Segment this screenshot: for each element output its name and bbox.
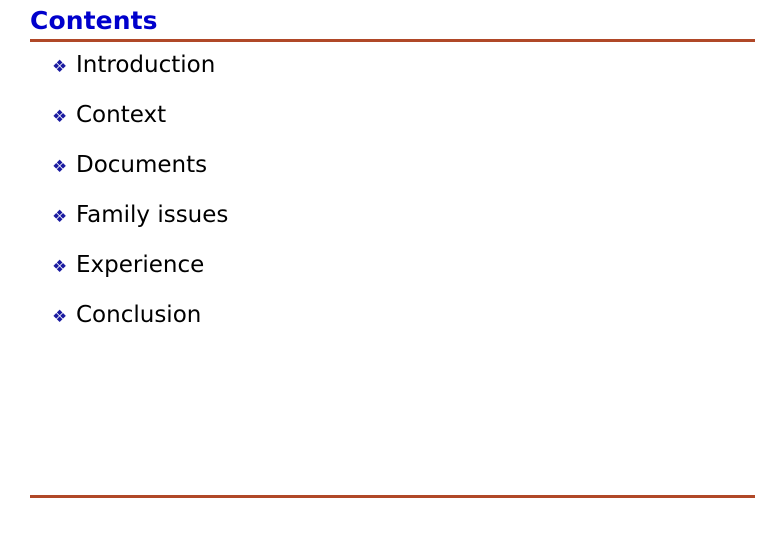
sidebar-item-label: Conclusion — [76, 302, 202, 328]
list-item[interactable]: ❖ Experience — [52, 254, 752, 304]
list-item[interactable]: ❖ Documents — [52, 154, 752, 204]
diamond-cluster-bullet-icon: ❖ — [52, 307, 68, 327]
list-item[interactable]: ❖ Introduction — [52, 54, 752, 104]
contents-list: ❖ Introduction ❖ Context ❖ Documents ❖ F… — [52, 54, 752, 354]
diamond-cluster-bullet-icon: ❖ — [52, 107, 68, 127]
title-divider-rule — [30, 39, 755, 42]
sidebar-item-label: Context — [76, 102, 167, 128]
list-item[interactable]: ❖ Context — [52, 104, 752, 154]
diamond-cluster-bullet-icon: ❖ — [52, 57, 68, 77]
slide-canvas: Contents ❖ Introduction ❖ Context ❖ Docu… — [0, 0, 780, 540]
sidebar-item-label: Documents — [76, 152, 208, 178]
list-item[interactable]: ❖ Conclusion — [52, 304, 752, 354]
diamond-cluster-bullet-icon: ❖ — [52, 157, 68, 177]
diamond-cluster-bullet-icon: ❖ — [52, 207, 68, 227]
page-title: Contents — [30, 6, 158, 35]
footer-divider-rule — [30, 495, 755, 498]
list-item[interactable]: ❖ Family issues — [52, 204, 752, 254]
sidebar-item-label: Experience — [76, 252, 205, 278]
sidebar-item-label: Family issues — [76, 202, 229, 228]
diamond-cluster-bullet-icon: ❖ — [52, 257, 68, 277]
sidebar-item-label: Introduction — [76, 52, 216, 78]
